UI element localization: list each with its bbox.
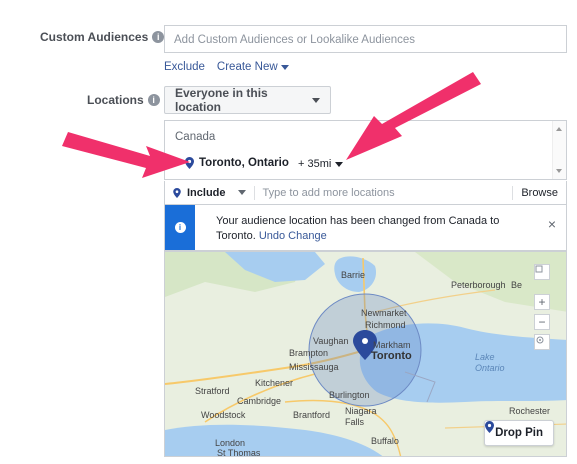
custom-audiences-input[interactable]: Add Custom Audiences or Lookalike Audien…	[164, 25, 567, 53]
place-label: London	[215, 438, 246, 448]
add-location-input[interactable]: Type to add more locations	[255, 187, 513, 199]
place-label: Cambridge	[237, 396, 282, 406]
caret-down-icon	[312, 97, 320, 103]
place-label: Buffalo	[371, 436, 399, 446]
custom-audiences-links: Exclude Create New	[164, 61, 289, 73]
place-label: Richmond	[365, 320, 406, 330]
locations-label-text: Locations	[87, 93, 144, 107]
undo-change-link[interactable]: Undo Change	[259, 230, 327, 242]
location-type-value: Everyone in this location	[175, 86, 268, 114]
drop-pin-button[interactable]: Drop Pin	[484, 420, 554, 446]
caret-down-icon	[335, 161, 344, 167]
expand-icon[interactable]	[534, 264, 550, 280]
custom-audiences-label-text: Custom Audiences	[40, 30, 149, 44]
include-dropdown[interactable]: Include	[165, 185, 255, 200]
place-label: Toronto	[371, 350, 412, 362]
caret-down-icon	[237, 190, 246, 195]
place-label: Burlington	[329, 390, 370, 400]
location-map[interactable]: Barrie Peterborough Newmarket Richmond V…	[164, 251, 567, 457]
place-label: Stratford	[195, 386, 230, 396]
scroll-up-icon[interactable]	[556, 127, 562, 131]
info-icon: i	[174, 222, 186, 233]
caret-down-icon	[280, 64, 289, 70]
place-label: Lake Ontario	[475, 352, 505, 373]
place-label: Brantford	[293, 410, 331, 420]
zoom-out-button[interactable]: −	[534, 314, 550, 330]
info-icon[interactable]: i	[152, 31, 165, 43]
place-label: Mississauga	[289, 362, 339, 372]
expand-glyph	[535, 265, 543, 273]
place-label: Vaughan	[313, 336, 349, 346]
locate-icon[interactable]	[534, 334, 550, 350]
place-label: Peterborough	[451, 280, 506, 290]
radius-value: + 35mi	[298, 158, 332, 170]
place-label: Markham	[373, 340, 411, 350]
zoom-in-button[interactable]: +	[534, 294, 550, 310]
location-country: Canada	[175, 131, 216, 143]
drop-pin-label: Drop Pin	[495, 427, 543, 439]
add-location-row: Include Type to add more locations Brows…	[164, 181, 567, 205]
place-label: Newmarket	[361, 308, 407, 318]
scroll-down-icon[interactable]	[556, 169, 562, 173]
location-city-name: Toronto, Ontario	[199, 157, 289, 169]
close-icon[interactable]: ×	[548, 216, 556, 232]
location-city-item[interactable]: Toronto, Ontario	[185, 157, 289, 169]
location-pin-icon	[173, 187, 181, 198]
create-new-label: Create New	[216, 61, 278, 73]
custom-audiences-label: Custom Audiences i	[40, 30, 165, 44]
radius-dropdown[interactable]: + 35mi	[298, 158, 344, 170]
selected-locations-box: Canada Toronto, Ontario + 35mi	[164, 120, 567, 180]
location-pin-icon	[185, 157, 194, 169]
notice-accent-bar: i	[165, 205, 195, 250]
info-icon[interactable]: i	[147, 94, 160, 106]
location-type-dropdown[interactable]: Everyone in this location	[164, 86, 331, 114]
create-new-link[interactable]: Create New	[217, 61, 289, 73]
place-label: Rochester	[509, 406, 551, 416]
locate-glyph	[536, 336, 544, 344]
browse-button[interactable]: Browse	[512, 185, 566, 200]
location-pin-icon	[485, 421, 495, 433]
exclude-link[interactable]: Exclude	[164, 61, 205, 73]
place-label: Brampton	[289, 348, 329, 358]
place-label: Woodstock	[201, 410, 246, 420]
place-label: St Thomas	[217, 448, 261, 457]
locations-label: Locations i	[87, 93, 160, 107]
place-label: Barrie	[341, 270, 366, 280]
place-label: Be	[511, 280, 523, 290]
location-change-notice: i Your audience location has been change…	[164, 205, 567, 251]
scrollbar[interactable]	[552, 121, 566, 179]
notice-message: Your audience location has been changed …	[216, 214, 516, 244]
place-label: Kitchener	[255, 378, 294, 388]
place-label: Niagara Falls	[345, 406, 377, 427]
include-label: Include	[187, 186, 226, 199]
